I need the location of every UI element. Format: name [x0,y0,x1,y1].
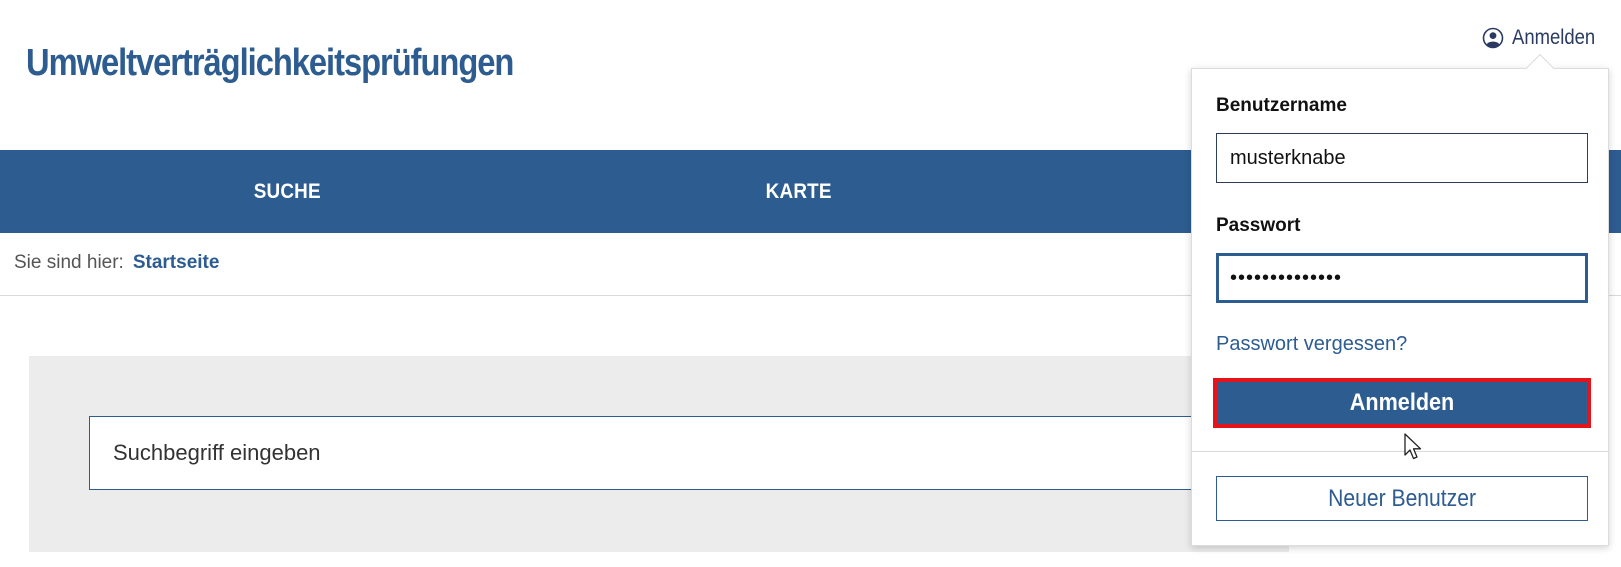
username-field[interactable] [1216,133,1588,183]
username-label: Benutzername [1216,95,1347,116]
search-panel [29,356,1289,552]
site-title: Umweltverträglichkeitsprüfungen [26,42,514,84]
forgot-password-link[interactable]: Passwort vergessen? [1216,333,1407,356]
login-toggle[interactable]: Anmelden [1482,26,1607,50]
nav-item-suche[interactable]: SUCHE [254,150,321,233]
breadcrumb: Sie sind hier: Startseite [14,252,219,274]
nav-item-karte[interactable]: KARTE [766,150,832,233]
password-field[interactable] [1216,253,1588,303]
new-user-button[interactable]: Neuer Benutzer [1216,476,1588,521]
login-dropdown: Benutzername Passwort Passwort vergessen… [1191,53,1609,546]
login-toggle-label: Anmelden [1512,26,1596,49]
search-input[interactable] [89,416,1249,490]
dropdown-caret [1525,53,1555,83]
new-user-label: Neuer Benutzer [1328,484,1476,512]
dropdown-divider [1192,451,1608,452]
breadcrumb-link-startseite[interactable]: Startseite [133,252,220,274]
user-circle-icon [1482,27,1504,49]
breadcrumb-prefix: Sie sind hier: [14,252,124,273]
login-submit-button[interactable]: Anmelden [1213,378,1591,428]
password-label: Passwort [1216,215,1301,236]
login-submit-label: Anmelden [1349,389,1455,416]
